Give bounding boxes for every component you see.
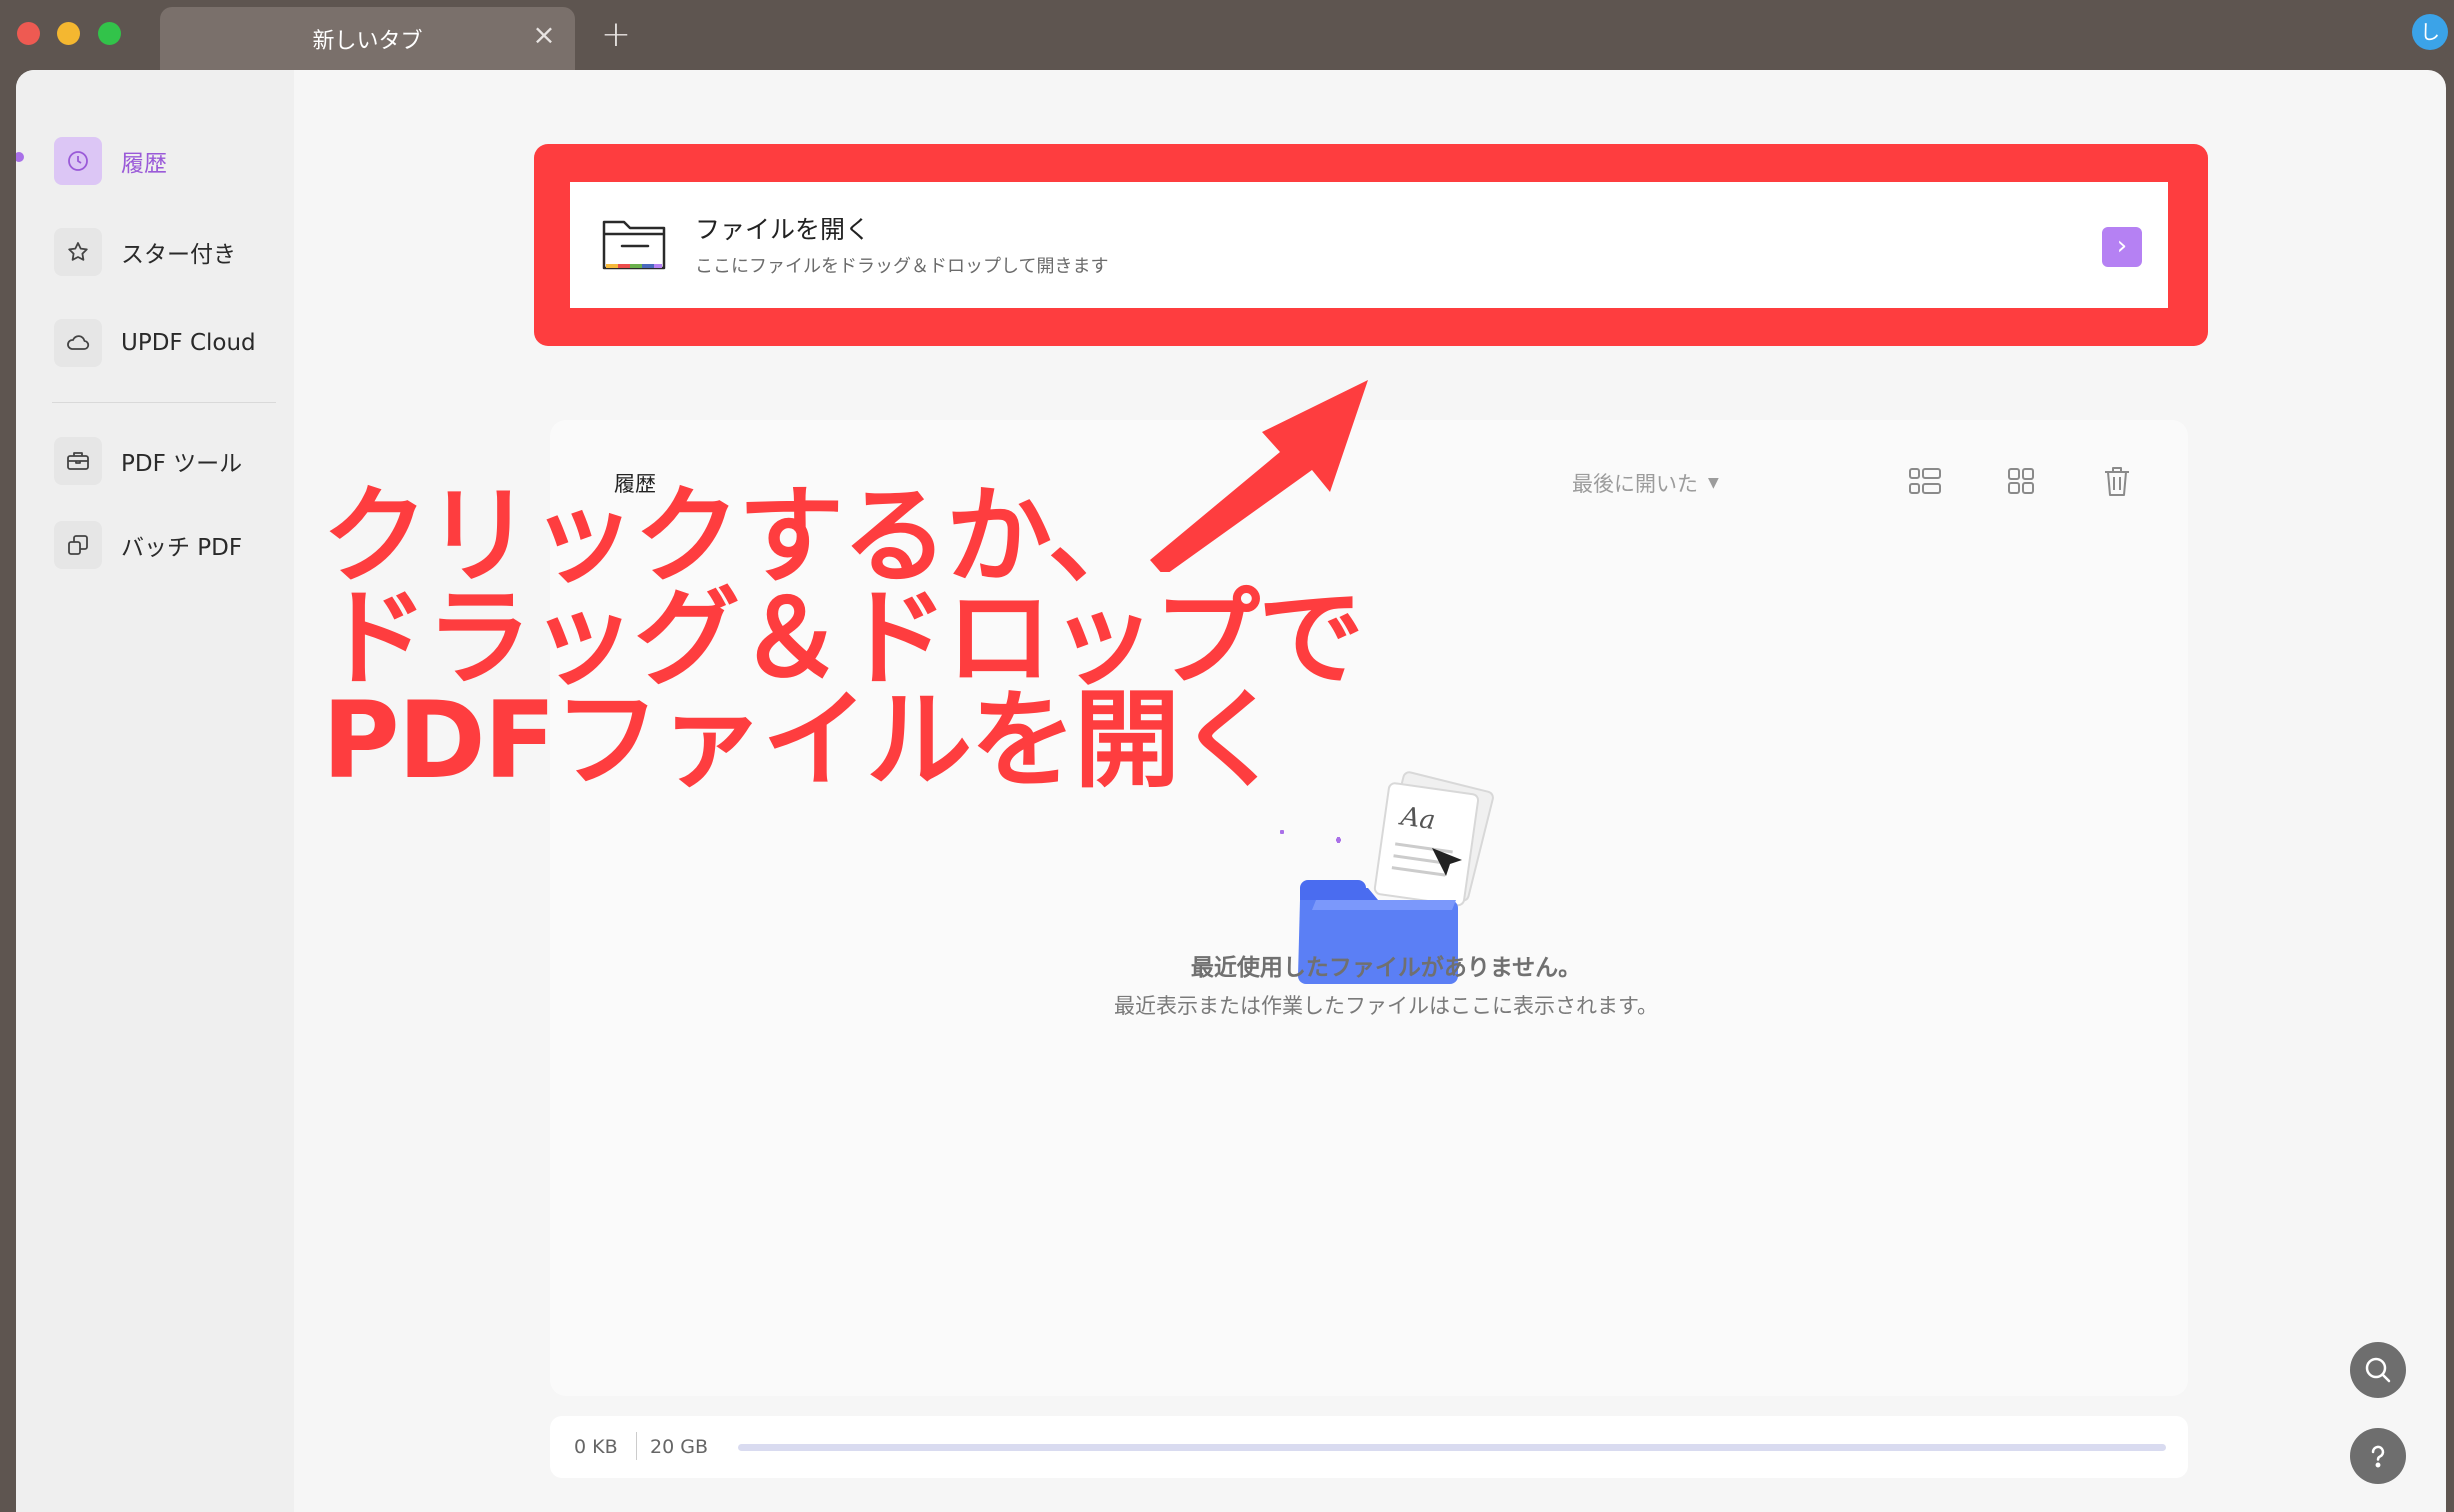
svg-text:Aa: Aa [1397, 801, 1437, 836]
help-icon [2371, 1445, 2385, 1468]
sidebar-indicator-dot [16, 152, 24, 162]
storage-total: 20 GB [650, 1436, 708, 1458]
sidebar-item-pdf-tools[interactable]: PDF ツール [54, 436, 242, 486]
instruction-annotation: クリックするか、 ドラッグ＆ドロップで PDFファイルを開く [322, 475, 1364, 802]
sidebar-item-batch-pdf[interactable]: バッチ PDF [54, 520, 242, 570]
sort-dropdown[interactable]: 最後に開いた ▼ [1572, 468, 1719, 498]
sidebar-divider [52, 402, 276, 403]
toolbox-icon [54, 437, 102, 485]
empty-state-description: 最近表示または作業したファイルはここに表示されます。 [1114, 994, 1658, 1018]
sidebar-item-label: バッチ PDF [121, 535, 243, 561]
storage-divider [636, 1432, 637, 1460]
tab-new-tab[interactable]: 新しいタブ × [160, 7, 575, 70]
search-button[interactable] [2350, 1342, 2406, 1398]
storage-bar: 0 KB 20 GB [550, 1416, 2188, 1478]
close-icon[interactable]: × [529, 20, 559, 50]
sidebar-item-label: 履歴 [121, 151, 167, 177]
open-file-card[interactable]: ファイルを開く ここにファイルをドラッグ＆ドロップして開きます › [570, 182, 2168, 308]
sidebar-item-label: UPDF Cloud [121, 330, 256, 356]
window-minimize-button[interactable] [57, 22, 80, 45]
batch-icon [54, 521, 102, 569]
open-file-button[interactable]: › [2102, 227, 2142, 267]
annotation-line-3: PDFファイルを開く [322, 679, 1284, 802]
sidebar-item-label: スター付き [121, 242, 236, 268]
title-bar: 新しいタブ × + し [0, 0, 2454, 70]
star-icon [54, 228, 102, 276]
caret-down-icon: ▼ [1708, 475, 1719, 491]
sidebar-item-history[interactable]: 履歴 [54, 136, 167, 186]
sidebar-item-label: PDF ツール [121, 451, 243, 477]
sidebar-item-starred[interactable]: スター付き [54, 227, 236, 277]
add-tab-button[interactable]: + [598, 17, 634, 54]
list-view-icon[interactable] [1904, 460, 1946, 502]
tab-title: 新しいタブ [312, 29, 423, 54]
grid-view-icon[interactable] [2000, 460, 2042, 502]
window-maximize-button[interactable] [98, 22, 121, 45]
open-file-title: ファイルを開く [695, 215, 871, 244]
empty-state-title: 最近使用したファイルがありません。 [1190, 955, 1582, 981]
avatar[interactable]: し [2412, 14, 2448, 50]
cloud-icon [54, 319, 102, 367]
search-icon [2365, 1357, 2391, 1383]
window-close-button[interactable] [17, 22, 40, 45]
open-file-subtitle: ここにファイルをドラッグ＆ドロップして開きます [695, 256, 1109, 277]
annotation-line-2: ドラッグ＆ドロップで [322, 577, 1364, 700]
sidebar: 履歴 スター付き UPDF Cloud PDF ツール バッチ PDF [16, 70, 294, 1512]
sort-label: 最後に開いた [1572, 472, 1698, 496]
help-button[interactable] [2350, 1428, 2406, 1484]
clock-icon [54, 137, 102, 185]
folder-icon [602, 220, 666, 270]
sidebar-item-updf-cloud[interactable]: UPDF Cloud [54, 318, 256, 368]
trash-icon[interactable] [2096, 460, 2138, 502]
storage-used: 0 KB [574, 1436, 618, 1458]
annotation-line-1: クリックするか、 [322, 475, 1154, 598]
storage-progress-track [738, 1444, 2166, 1451]
